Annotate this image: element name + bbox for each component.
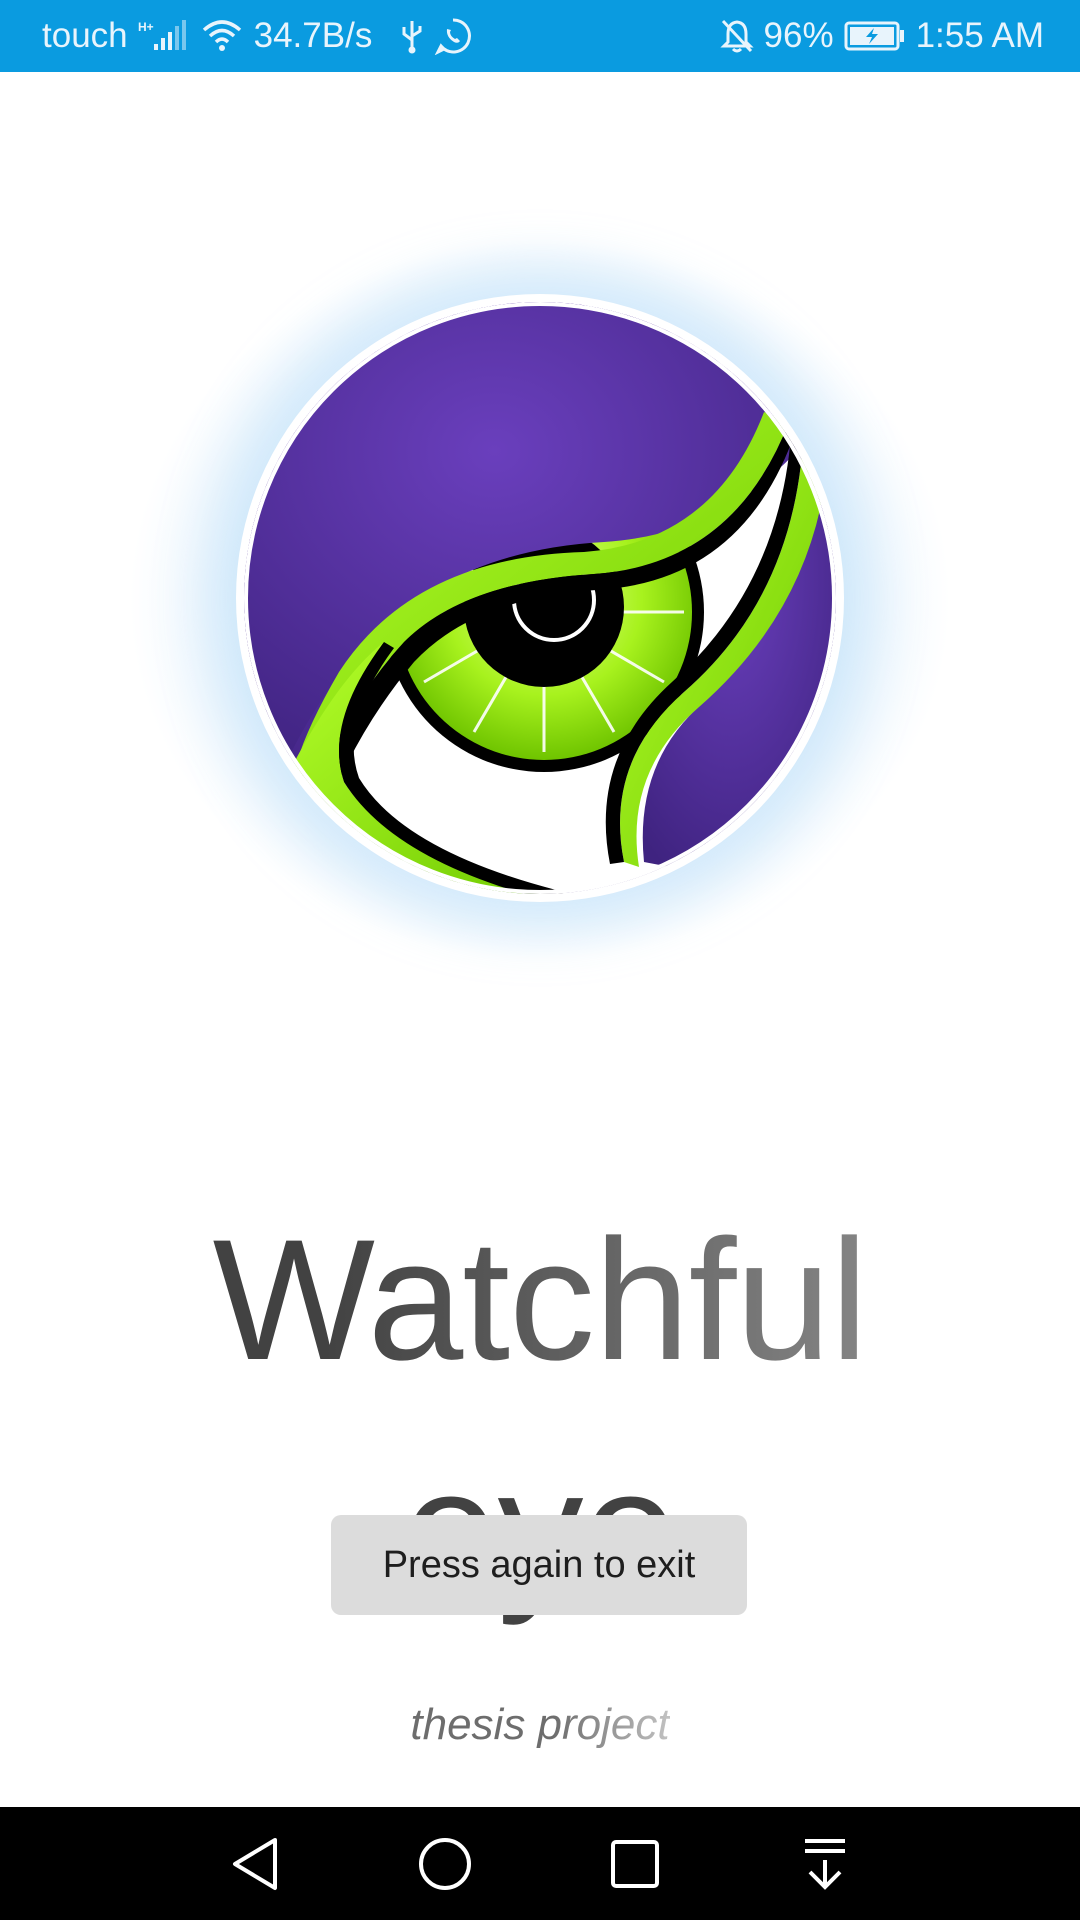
app-title-line1: Watchful (0, 1185, 1080, 1415)
app-logo (236, 294, 844, 902)
app-subtitle: thesis project (0, 1700, 1080, 1750)
clock: 1:55 AM (915, 16, 1044, 55)
status-bar: touch H+ 34.7B/s 96% 1:55 AM (0, 0, 1080, 72)
navigation-bar (0, 1807, 1080, 1920)
signal-icon: H+ (138, 18, 190, 54)
recents-icon (611, 1839, 659, 1888)
battery-percent: 96% (763, 16, 834, 55)
carrier-name: touch (42, 16, 128, 55)
usb-icon (400, 18, 424, 54)
data-speed: 34.7B/s (253, 16, 373, 55)
mute-bell-icon (719, 18, 754, 54)
notification-pull-button[interactable] (775, 1814, 875, 1914)
wifi-icon (200, 18, 244, 54)
back-button[interactable] (205, 1814, 305, 1914)
exit-toast: Press again to exit (331, 1515, 747, 1615)
watchful-eye-logo-icon (244, 302, 836, 894)
network-type-label: H+ (138, 20, 154, 34)
splash-screen: touch H+ 34.7B/s 96% 1:55 AM Watchful Pr… (0, 0, 1080, 1920)
subtitle-text: thesis project (410, 1700, 670, 1749)
home-icon (419, 1837, 471, 1890)
back-icon (233, 1837, 277, 1890)
status-bar-left: touch H+ 34.7B/s (42, 0, 472, 72)
battery-charging-icon (844, 20, 906, 52)
toast-message: Press again to exit (382, 1543, 696, 1586)
recents-button[interactable] (585, 1814, 685, 1914)
status-bar-right: 96% 1:55 AM (719, 0, 1044, 72)
whatsapp-icon (434, 17, 472, 55)
home-button[interactable] (395, 1814, 495, 1914)
notification-pull-icon (805, 1838, 845, 1890)
